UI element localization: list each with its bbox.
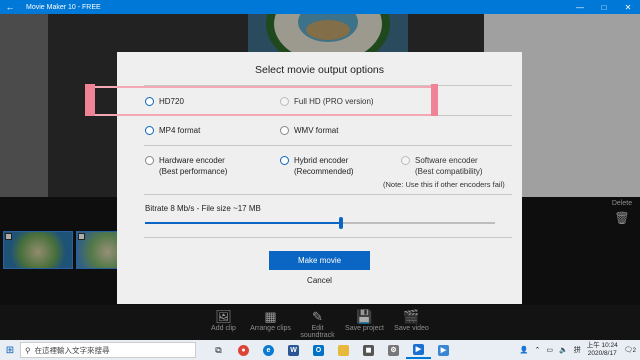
system-tray: 👤 ⌃ ▭ 🔈 拼 上午 10:24 2020/8/17 🗨2 (520, 340, 636, 360)
software-encoder-label: Software encoder (415, 156, 478, 165)
task-view-icon[interactable]: ⧉ (206, 341, 231, 359)
annotation-marker-left (85, 84, 95, 116)
close-button[interactable]: ✕ (616, 3, 640, 12)
clock[interactable]: 上午 10:24 2020/8/17 (587, 342, 618, 358)
movie-maker-taskbar-icon-2[interactable]: ▶ (431, 341, 456, 359)
radio-wmv-label: WMV format (294, 126, 339, 135)
minimize-button[interactable]: — (568, 3, 592, 12)
radio-indicator (280, 156, 289, 165)
person-icon[interactable]: 👤 (520, 346, 529, 354)
hybrid-encoder-label: Hybrid encoder (294, 156, 349, 165)
search-icon: ⚲ (25, 345, 31, 355)
notification-icon[interactable]: 🗨2 (624, 346, 636, 354)
maximize-button[interactable]: □ (592, 3, 616, 12)
notification-count: 2 (632, 348, 636, 354)
divider (144, 194, 512, 195)
outlook-icon[interactable]: O (306, 341, 331, 359)
taskbar-search-input[interactable]: ⚲ 在這裡輸入文字來搜尋 (20, 342, 196, 358)
radio-indicator (145, 126, 154, 135)
ime-icon[interactable]: 拼 (574, 345, 581, 355)
hardware-encoder-label: Hardware encoder (159, 156, 225, 165)
chrome-icon[interactable]: ● (231, 341, 256, 359)
cancel-button[interactable]: Cancel (269, 276, 370, 285)
edge-icon[interactable]: e (256, 341, 281, 359)
radio-indicator (280, 126, 289, 135)
encoder-note: (Note: Use this if other encoders fail) (383, 180, 505, 189)
network-icon[interactable]: ▭ (546, 346, 553, 354)
radio-indicator (145, 156, 154, 165)
radio-mp4[interactable]: MP4 format (145, 125, 200, 136)
window-title: Movie Maker 10 - FREE (26, 3, 101, 11)
software-encoder-sublabel: (Best compatibility) (415, 167, 483, 176)
settings-icon[interactable]: ⚙ (381, 341, 406, 359)
speaker-icon[interactable]: 🔈 (559, 346, 568, 354)
word-icon[interactable]: W (281, 341, 306, 359)
divider (144, 145, 512, 146)
radio-indicator (401, 156, 410, 165)
bitrate-slider-fill (145, 222, 341, 224)
clock-date: 2020/8/17 (587, 350, 617, 357)
divider (144, 237, 512, 238)
clock-time: 上午 10:24 (586, 342, 618, 349)
windows-start-icon[interactable]: ⊞ (0, 345, 20, 356)
movie-maker-taskbar-icon[interactable]: ▶ (406, 341, 431, 359)
explorer-icon[interactable] (331, 341, 356, 359)
radio-software-encoder[interactable]: Software encoder (Best compatibility) (401, 155, 483, 177)
dialog-title: Select movie output options (255, 64, 384, 76)
make-movie-button[interactable]: Make movie (269, 251, 370, 270)
store-icon[interactable]: ◼ (356, 341, 381, 359)
search-placeholder: 在這裡輸入文字來搜尋 (34, 345, 110, 355)
title-bar: ← Movie Maker 10 - FREE — □ ✕ (0, 0, 640, 14)
hardware-encoder-sublabel: (Best performance) (159, 167, 228, 176)
back-button[interactable]: ← (0, 2, 20, 12)
annotation-marker-right (431, 84, 438, 116)
radio-hybrid-encoder[interactable]: Hybrid encoder (Recommended) (280, 155, 354, 177)
bitrate-slider-thumb[interactable] (339, 217, 343, 229)
radio-hardware-encoder[interactable]: Hardware encoder (Best performance) (145, 155, 227, 177)
hybrid-encoder-sublabel: (Recommended) (294, 167, 354, 176)
radio-mp4-label: MP4 format (159, 126, 201, 135)
radio-wmv[interactable]: WMV format (280, 125, 338, 136)
bitrate-slider[interactable] (145, 217, 495, 229)
annotation-highlight (88, 86, 438, 116)
bitrate-label: Bitrate 8 Mb/s - File size ~17 MB (145, 204, 261, 213)
chevron-up-icon[interactable]: ⌃ (534, 346, 540, 354)
taskbar: ⊞ ⚲ 在這裡輸入文字來搜尋 ⧉ ● e W O ◼ ⚙ ▶ ▶ 👤 ⌃ ▭ 🔈… (0, 340, 640, 360)
